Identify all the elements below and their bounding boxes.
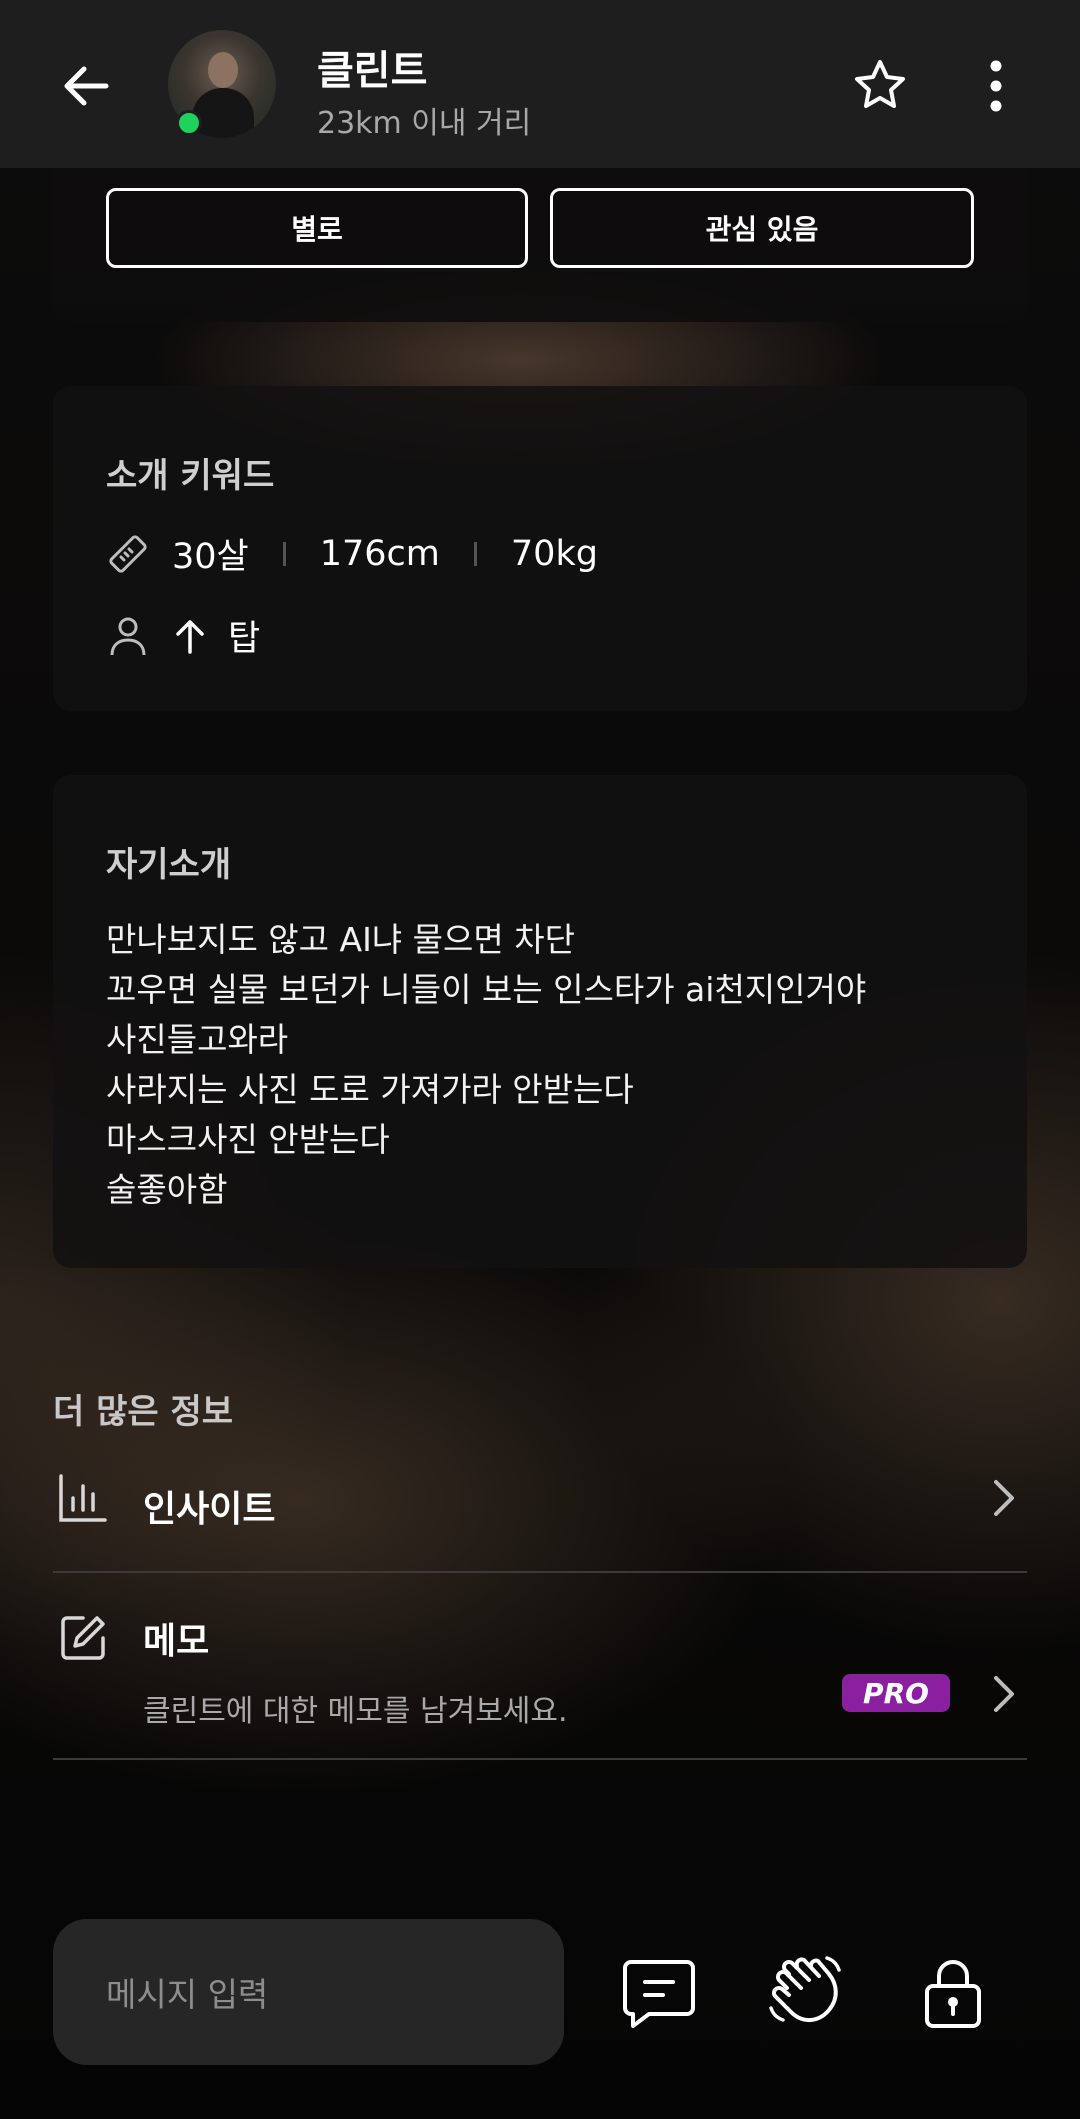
weight-value: 70kg bbox=[510, 533, 598, 574]
lock-icon bbox=[925, 1960, 981, 2028]
message-input[interactable]: 메시지 입력 bbox=[53, 1919, 564, 2065]
body-stats-row: 30살 176cm 70kg bbox=[106, 528, 598, 579]
distance-text: 23km 이내 거리 bbox=[317, 106, 532, 141]
dislike-button[interactable]: 별로 bbox=[106, 188, 528, 268]
position-row: 탑 bbox=[106, 610, 260, 661]
lock-button[interactable] bbox=[913, 1952, 993, 2032]
more-vertical-icon bbox=[990, 60, 1002, 112]
online-status-dot bbox=[176, 110, 202, 136]
wave-button[interactable] bbox=[765, 1952, 845, 2032]
age-value: 30살 bbox=[172, 537, 249, 577]
star-icon bbox=[855, 60, 905, 108]
profile-header: 클린트 23km 이내 거리 bbox=[0, 0, 1080, 168]
interested-button[interactable]: 관심 있음 bbox=[550, 188, 974, 268]
chevron-right-icon bbox=[994, 1480, 1014, 1516]
arrow-left-icon bbox=[64, 66, 109, 106]
chat-button[interactable] bbox=[619, 1952, 699, 2032]
insight-label: 인사이트 bbox=[143, 1489, 276, 1530]
more-info-title: 더 많은 정보 bbox=[53, 1392, 234, 1432]
divider bbox=[53, 1758, 1027, 1760]
memo-label: 메모 bbox=[143, 1621, 210, 1662]
chevron-right-icon bbox=[994, 1676, 1014, 1712]
insight-row[interactable]: 인사이트 bbox=[53, 1470, 1027, 1570]
bar-chart-icon bbox=[59, 1474, 107, 1522]
favorite-button[interactable] bbox=[850, 56, 910, 116]
edit-note-icon bbox=[61, 1616, 105, 1660]
pro-badge: PRO bbox=[842, 1674, 950, 1712]
self-intro-title: 자기소개 bbox=[106, 845, 232, 885]
ruler-icon bbox=[109, 534, 147, 573]
height-value: 176cm bbox=[319, 533, 440, 574]
back-button[interactable] bbox=[56, 56, 116, 116]
memo-row[interactable]: 메모 클린트에 대한 메모를 남겨보세요. PRO bbox=[53, 1600, 1027, 1760]
keywords-title: 소개 키워드 bbox=[106, 456, 275, 496]
self-intro-text: 만나보지도 않고 AI냐 물으면 차단 꼬우면 실물 보던가 니들이 보는 인스… bbox=[106, 920, 867, 1209]
self-intro-card: 자기소개 만나보지도 않고 AI냐 물으면 차단 꼬우면 실물 보던가 니들이 … bbox=[53, 775, 1027, 1268]
profile-name: 클린트 bbox=[317, 48, 428, 94]
keywords-card: 소개 키워드 30살 176cm 70kg 탑 bbox=[53, 386, 1027, 711]
arrow-up-icon bbox=[176, 619, 204, 654]
position-value: 탑 bbox=[228, 619, 261, 659]
divider bbox=[282, 541, 286, 566]
divider bbox=[53, 1571, 1027, 1573]
more-options-button[interactable] bbox=[972, 56, 1020, 116]
wave-hand-icon bbox=[769, 1956, 841, 2022]
chat-icon bbox=[623, 1960, 695, 2028]
divider bbox=[473, 541, 477, 566]
memo-subtitle: 클린트에 대한 메모를 남겨보세요. bbox=[143, 1694, 568, 1729]
person-icon bbox=[110, 617, 146, 655]
